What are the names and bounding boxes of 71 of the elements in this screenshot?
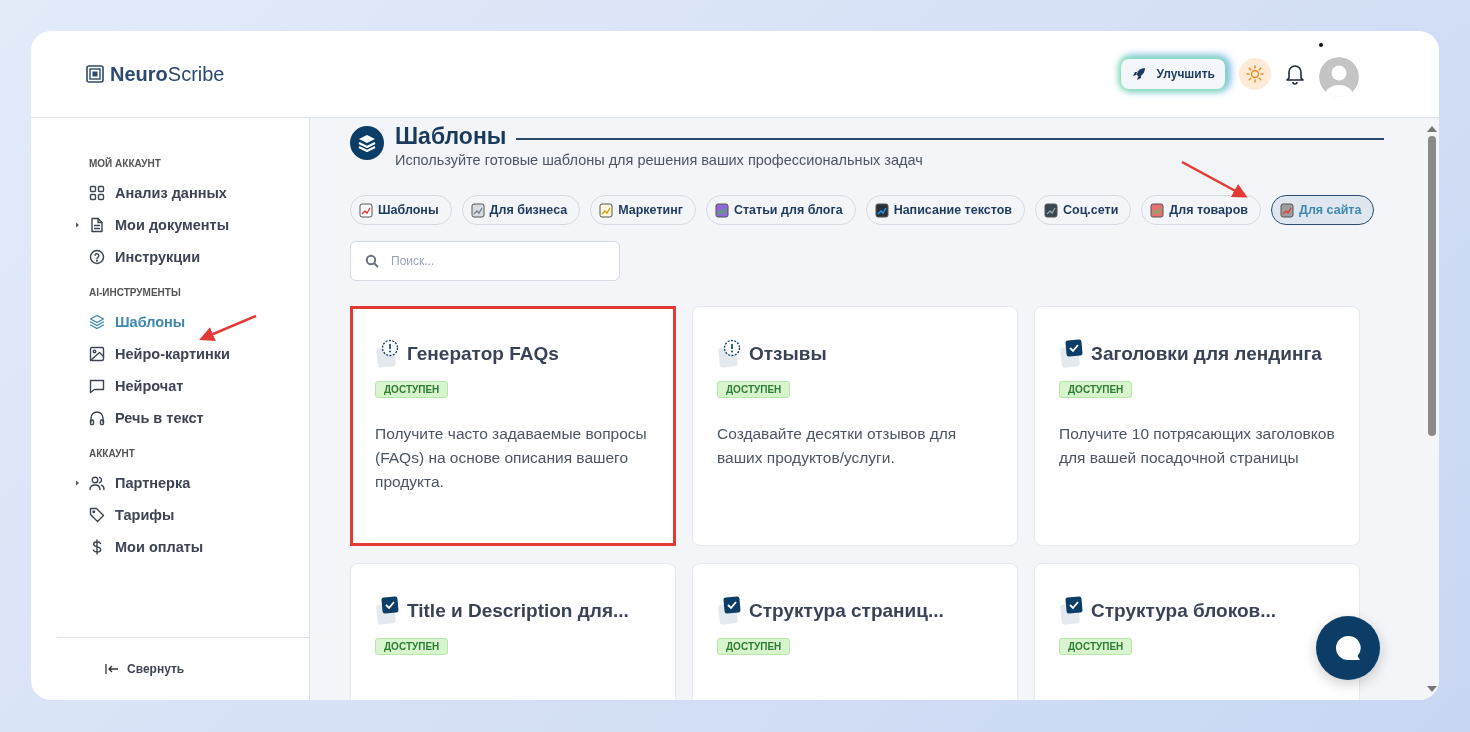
template-card[interactable]: Отзывы ДОСТУПЕН Создавайте десятки отзывов для ваших продуктов/услуги. [692, 306, 1018, 546]
section-heading: AI-ИНСТРУМЕНТЫ [89, 287, 182, 298]
sidebar-item[interactable]: Нейро-картинки [76, 338, 309, 370]
card-title: Title и Description для... [407, 600, 629, 622]
sidebar-item[interactable]: Речь в текст [76, 402, 309, 434]
template-card[interactable]: Структура страниц... ДОСТУПЕН [692, 563, 1018, 700]
help-icon [89, 249, 105, 265]
collapse-button[interactable]: Свернуть [105, 662, 185, 676]
category-chip[interactable]: Для товаров [1141, 195, 1261, 225]
image-icon [89, 346, 105, 362]
card-title: Отзывы [749, 343, 827, 365]
logo-text: NeuroScribe [110, 62, 225, 86]
notification-bell-icon[interactable] [1285, 63, 1305, 85]
scroll-down-icon[interactable] [1426, 686, 1437, 692]
status-badge: ДОСТУПЕН [717, 381, 791, 398]
template-card[interactable]: Заголовки для лендинга ДОСТУПЕН Получите 10 потрясающих заголовков для вашей посадочной страницы [1034, 306, 1360, 546]
card-title: Заголовки для лендинга [1091, 343, 1322, 365]
category-chip[interactable]: Соц.сети [1034, 195, 1132, 225]
template-card[interactable]: Title и Description для... ДОСТУПЕН [350, 563, 676, 700]
document-icon [89, 217, 105, 233]
chat-button[interactable] [1316, 616, 1380, 680]
category-chip[interactable]: Статьи для блога [705, 195, 856, 225]
card-description: Получите часто задаваемые вопросы (FAQs) на основе описания вашего продукта. [375, 424, 648, 492]
collapse-icon [105, 663, 119, 675]
card-title: Структура страниц... [749, 600, 944, 622]
speech-bubble-icon [1334, 634, 1362, 662]
annotation-arrow [1181, 160, 1248, 198]
category-chip[interactable]: Написание текстов [865, 195, 1025, 225]
card-description: Получите 10 потрясающих заголовков для вашей посадочной страницы [1059, 424, 1335, 468]
status-badge: ДОСТУПЕН [717, 638, 791, 655]
sidebar-item[interactable]: Шаблоны [76, 306, 309, 338]
sidebar-item[interactable]: Нейрочат [76, 370, 309, 402]
sidebar-item[interactable]: Анализ данных [76, 177, 309, 209]
logo-icon [86, 65, 104, 83]
category-chip[interactable]: Для бизнеса [461, 195, 581, 225]
tag-icon [89, 507, 105, 523]
layers-icon [350, 126, 384, 160]
search-icon [365, 254, 379, 268]
rocket-icon [1130, 66, 1147, 82]
card-title: Структура блоков... [1091, 600, 1277, 622]
status-badge: ДОСТУПЕН [375, 638, 449, 655]
scroll-up-icon[interactable] [1426, 126, 1437, 132]
section-heading: АККАУНТ [89, 448, 136, 459]
sidebar-item[interactable]: Партнерка [76, 467, 309, 499]
card-title: Генератор FAQs [407, 343, 559, 365]
status-badge: ДОСТУПЕН [375, 381, 449, 398]
grid-icon [89, 185, 105, 201]
status-badge: ДОСТУПЕН [1059, 381, 1133, 398]
sidebar-item[interactable]: Мои оплаты [76, 531, 309, 563]
sun-icon [1246, 65, 1264, 83]
layers-icon [89, 314, 105, 330]
upgrade-button[interactable]: Улучшить [1120, 59, 1225, 89]
category-chip[interactable]: Маркетинг [590, 195, 696, 225]
category-chip[interactable]: Шаблоны [350, 195, 452, 225]
chart-icon [359, 202, 373, 218]
annotation-arrow [199, 314, 257, 341]
headphones-icon [89, 410, 105, 426]
sidebar-item[interactable]: Инструкции [76, 241, 309, 273]
page-subtitle: Используйте готовые шаблоны для решения ваших профессиональных задач [395, 152, 924, 168]
card-description: Создавайте десятки отзывов для ваших продуктов/услуги. [717, 424, 958, 468]
theme-toggle-button[interactable] [1239, 58, 1271, 90]
sidebar-item[interactable]: Мои документы [76, 209, 309, 241]
chat-bubble-icon [89, 378, 105, 394]
page-title: Шаблоны [395, 123, 507, 150]
sidebar-item[interactable]: Тарифы [76, 499, 309, 531]
template-card[interactable]: Структура блоков... ДОСТУПЕН [1034, 563, 1360, 700]
users-icon [89, 475, 105, 491]
section-heading: МОЙ АККАУНТ [89, 158, 162, 169]
status-badge: ДОСТУПЕН [1059, 638, 1133, 655]
search-field[interactable]: Поиск... [350, 241, 620, 281]
template-card[interactable]: Генератор FAQs ДОСТУПЕН Получите часто задаваемые вопросы (FAQs) на основе описания вашего продукта. [350, 306, 676, 546]
